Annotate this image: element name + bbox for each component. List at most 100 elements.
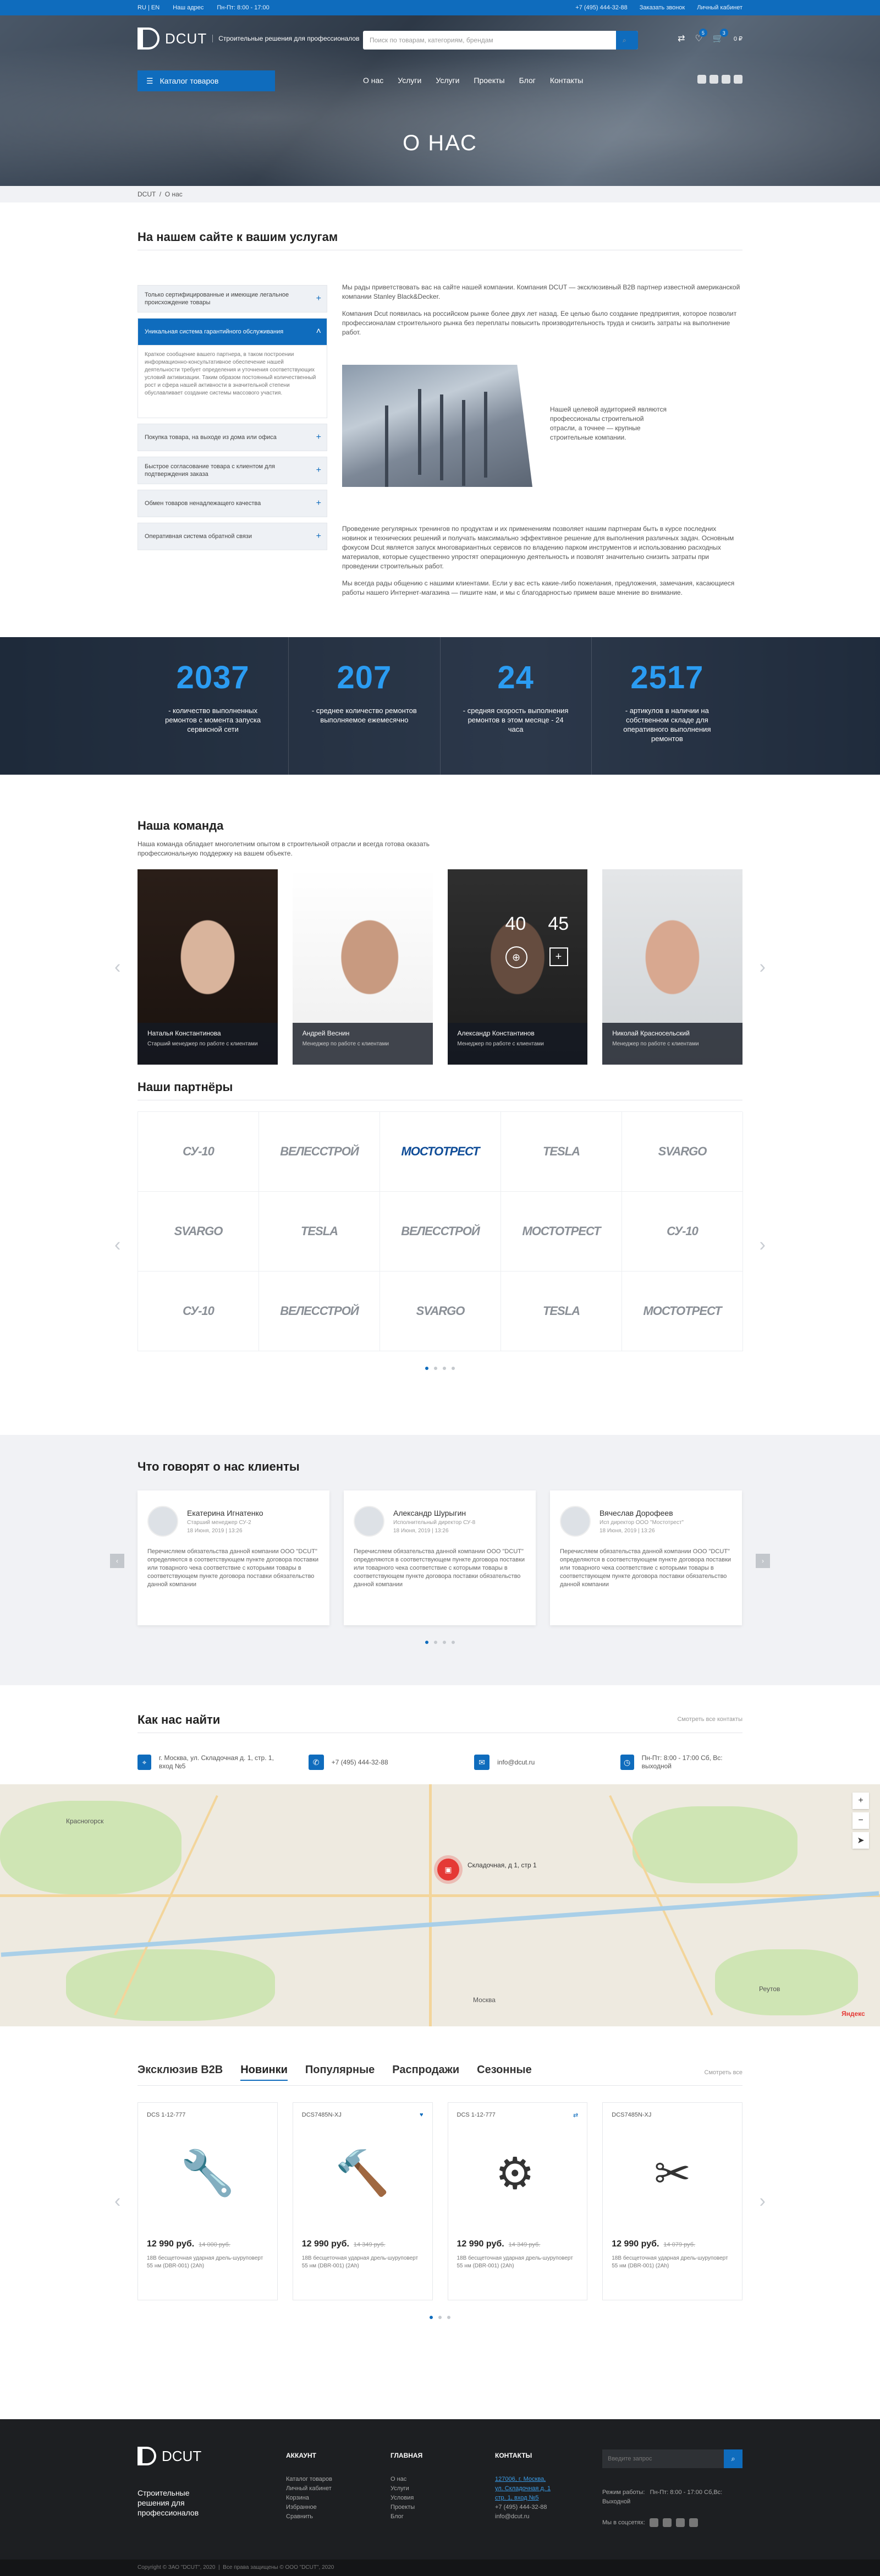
search-button[interactable]: ⌕: [616, 31, 638, 50]
footer-link[interactable]: Блог: [391, 2512, 422, 2522]
language-switch[interactable]: RU | EN: [138, 4, 160, 11]
dot[interactable]: [452, 1641, 455, 1644]
product-card[interactable]: DCS 1-12-777 🔧 12 990 руб. 14 000 руб. 18В б…: [138, 2102, 278, 2300]
footer-address[interactable]: стр. 1, вход №5: [495, 2493, 551, 2503]
team-card[interactable]: Наталья Константинова Старший менеджер по…: [138, 869, 278, 1065]
heart-icon[interactable]: ♥: [420, 2112, 424, 2118]
tab-popular[interactable]: Популярные: [305, 2064, 375, 2081]
nav-services[interactable]: Услуги: [398, 76, 421, 85]
dot[interactable]: [452, 1367, 455, 1370]
nav-blog[interactable]: Блог: [519, 76, 536, 85]
partner-logo[interactable]: TESLA: [501, 1112, 622, 1192]
footer-logo[interactable]: DCUT: [138, 2447, 201, 2465]
search-bar[interactable]: Поиск по товарам, категориям, брендам ⌕: [363, 31, 638, 50]
callback-link[interactable]: Заказать звонок: [640, 4, 685, 11]
cart-icon[interactable]: 🛒 3: [713, 29, 728, 44]
partner-logo[interactable]: TESLA: [259, 1192, 380, 1271]
chevron-right-icon[interactable]: ›: [760, 1235, 766, 1256]
footer-search[interactable]: Введите запрос ⌕: [602, 2449, 743, 2468]
footer-link[interactable]: Сравнить: [286, 2512, 332, 2522]
wishlist-icon[interactable]: ♡ 5: [695, 29, 707, 44]
accordion-item-active[interactable]: Уникальная система гарантийного обслужив…: [138, 318, 327, 346]
tab-exclusive[interactable]: Эксклюзив B2B: [138, 2064, 223, 2081]
plus-icon[interactable]: +: [549, 947, 568, 966]
dot[interactable]: [434, 1641, 437, 1644]
footer-search-input[interactable]: Введите запрос: [602, 2456, 724, 2462]
map-pin-icon[interactable]: ▣: [437, 1859, 459, 1881]
partner-logo[interactable]: МОСТОТРЕСТ: [501, 1192, 622, 1271]
team-card[interactable]: Николай Красносельский Менеджер по работе…: [602, 869, 743, 1065]
nav-about[interactable]: О нас: [363, 76, 383, 85]
accordion-item[interactable]: Обмен товаров ненадлежащего качества +: [138, 490, 327, 517]
product-card[interactable]: DCS 1-12-777 ⇄ ⚙ 12 990 руб. 14 349 руб. 18В …: [447, 2102, 588, 2300]
zoom-out-icon[interactable]: −: [853, 1812, 869, 1829]
instagram-icon[interactable]: [734, 75, 743, 84]
partner-logo[interactable]: СУ-10: [622, 1192, 743, 1271]
partner-logo[interactable]: СУ-10: [138, 1271, 259, 1351]
vk-icon[interactable]: [649, 2518, 658, 2527]
product-card[interactable]: DCS7485N-XJ ♥ 🔨 12 990 руб. 14 349 руб. 18В б…: [292, 2102, 433, 2300]
footer-address[interactable]: ул. Складочная д. 1: [495, 2484, 551, 2493]
map[interactable]: Красногорск Москва Реутов Яндекс ▣ Склад…: [0, 1784, 880, 2026]
contact-email[interactable]: info@dcut.ru: [497, 1758, 535, 1767]
tab-sale[interactable]: Распродажи: [392, 2064, 459, 2081]
footer-link[interactable]: Личный кабинет: [286, 2484, 332, 2493]
partner-logo[interactable]: SVARGO: [622, 1112, 743, 1192]
footer-link[interactable]: О нас: [391, 2475, 422, 2484]
dot[interactable]: [443, 1367, 446, 1370]
arrow-right-icon[interactable]: ›: [756, 1554, 770, 1568]
dot[interactable]: [430, 2316, 433, 2319]
partner-logo[interactable]: SVARGO: [380, 1271, 501, 1351]
footer-address[interactable]: 127006, г. Москва,: [495, 2475, 551, 2484]
partner-logo[interactable]: TESLA: [501, 1271, 622, 1351]
footer-link[interactable]: Избранное: [286, 2503, 332, 2512]
accordion-item[interactable]: Только сертифицированные и имеющие легал…: [138, 285, 327, 313]
chevron-right-icon[interactable]: ›: [760, 956, 766, 978]
team-card-hover[interactable]: 40 45 ⊕ + Александр Константинов Менеджер по …: [447, 869, 588, 1065]
footer-link[interactable]: Услуги: [391, 2484, 422, 2493]
zoom-in-icon[interactable]: +: [853, 1793, 869, 1809]
footer-link[interactable]: Проекты: [391, 2503, 422, 2512]
partner-logo[interactable]: МОСТОТРЕСТ: [380, 1112, 501, 1192]
partner-logo[interactable]: МОСТОТРЕСТ: [622, 1271, 743, 1351]
chevron-left-icon[interactable]: ‹: [114, 2191, 120, 2212]
team-card[interactable]: Андрей Веснин Менеджер по работе с клиент…: [292, 869, 433, 1065]
tab-new[interactable]: Новинки: [240, 2064, 288, 2081]
tab-seasonal[interactable]: Сезонные: [477, 2064, 532, 2081]
vk-icon[interactable]: [697, 75, 706, 84]
accordion-item[interactable]: Оперативная система обратной связи +: [138, 523, 327, 550]
phone-link[interactable]: +7 (495) 444-32-88: [575, 4, 627, 11]
product-card[interactable]: DCS7485N-XJ ✂ 12 990 руб. 14 079 руб. 18В бе…: [602, 2102, 743, 2300]
chevron-left-icon[interactable]: ‹: [114, 956, 120, 978]
search-icon[interactable]: ⌕: [724, 2449, 743, 2468]
dot[interactable]: [443, 1641, 446, 1644]
partner-logo[interactable]: ВЕЛЕССТРОЙ: [259, 1112, 380, 1192]
dot[interactable]: [447, 2316, 450, 2319]
footer-link[interactable]: Условия: [391, 2493, 422, 2503]
footer-link[interactable]: Корзина: [286, 2493, 332, 2503]
address-link[interactable]: Наш адрес: [173, 4, 204, 11]
breadcrumb-home[interactable]: DCUT: [138, 190, 156, 198]
dot[interactable]: [434, 1367, 437, 1370]
see-all-link[interactable]: Смотреть все: [705, 2069, 743, 2076]
dot[interactable]: [425, 1367, 428, 1370]
account-link[interactable]: Личный кабинет: [697, 4, 743, 11]
nav-contacts[interactable]: Контакты: [550, 76, 583, 85]
contact-phone[interactable]: +7 (495) 444-32-88: [332, 1758, 388, 1767]
search-input[interactable]: Поиск по товарам, категориям, брендам: [363, 36, 616, 44]
facebook-icon[interactable]: [675, 2518, 685, 2527]
chevron-left-icon[interactable]: ‹: [114, 1235, 120, 1256]
dot[interactable]: [425, 1641, 428, 1644]
instagram-icon[interactable]: [689, 2518, 698, 2527]
youtube-icon[interactable]: [710, 75, 718, 84]
partner-logo[interactable]: СУ-10: [138, 1112, 259, 1192]
facebook-icon[interactable]: [722, 75, 730, 84]
accordion-item[interactable]: Быстрое согласование товара с клиентом д…: [138, 457, 327, 484]
youtube-icon[interactable]: [662, 2518, 672, 2527]
dot[interactable]: [438, 2316, 442, 2319]
compare-icon[interactable]: ⇄: [573, 2112, 578, 2119]
chevron-right-icon[interactable]: ›: [760, 2191, 766, 2212]
compare-icon[interactable]: ⇄: [678, 33, 685, 44]
partner-logo[interactable]: ВЕЛЕССТРОЙ: [259, 1271, 380, 1351]
footer-email[interactable]: info@dcut.ru: [495, 2512, 551, 2522]
